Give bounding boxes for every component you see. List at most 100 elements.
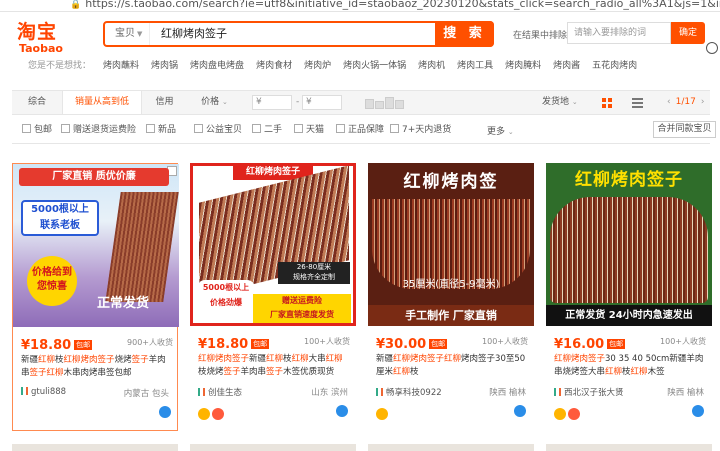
title-keyword-highlight: 红柳 xyxy=(393,367,411,377)
wangwang-icon[interactable] xyxy=(159,406,171,418)
icons-row xyxy=(198,405,350,420)
free-shipping-badge: 包邮 xyxy=(429,339,448,349)
image-banner: 厂家直销 质优价廉 xyxy=(19,168,169,186)
filter-checkbox[interactable]: 二手 xyxy=(252,124,282,136)
next-page-icon[interactable]: › xyxy=(701,97,705,107)
product-card[interactable]: 红柳烤肉签子 正常发货 24小时内急速发出 ¥16.00 包邮 100+人收货 红… xyxy=(546,163,712,431)
logo-cn-text: 淘宝 xyxy=(17,21,58,43)
filter-checkbox[interactable]: 天猫 xyxy=(294,124,324,136)
help-icon[interactable] xyxy=(706,42,718,54)
image-box: 35厘米(直径5-9毫米) xyxy=(402,279,500,290)
image-footer: 正常发货 xyxy=(97,296,150,311)
product-title[interactable]: 红柳烤肉签子新疆红柳枝红柳大串红柳枝烧烤签子羊肉串签子木签优质现货 xyxy=(198,353,350,379)
suggestion-item[interactable]: 烤肉腌料 xyxy=(505,61,541,71)
confirm-button[interactable]: 确定 xyxy=(671,22,705,44)
shop-name[interactable]: 畅享科技0922 xyxy=(376,386,442,398)
title-keyword-highlight: 红柳 xyxy=(630,367,648,377)
list-view-icon[interactable] xyxy=(632,98,643,108)
chevron-down-icon: ⌄ xyxy=(222,98,228,106)
price-range-histogram[interactable] xyxy=(365,97,405,112)
pager: ‹ 1/17 › xyxy=(662,91,709,114)
image-burst: 价格给到 您惊喜 xyxy=(27,256,77,306)
exclude-input[interactable]: 请输入要排除的词 xyxy=(567,22,671,44)
shop-icon xyxy=(198,388,205,396)
product-image[interactable]: 红柳烤肉签子 26-80厘米 规格齐全定制 5000根以上 价格劲爆 赠送运费险… xyxy=(190,163,356,326)
merge-same-button[interactable]: 合并同款宝贝 xyxy=(653,121,716,138)
title-keyword-highlight: 签子 xyxy=(131,355,149,365)
price-min-input[interactable]: ¥ xyxy=(252,95,292,110)
search-button[interactable]: 搜 索 xyxy=(435,21,494,47)
suggestion-item[interactable]: 烤肉火锅一体锅 xyxy=(343,61,406,71)
filter-label: 公益宝贝 xyxy=(206,125,243,135)
product-card[interactable]: 红柳烤肉签子 26-80厘米 规格齐全定制 5000根以上 价格劲爆 赠送运费险… xyxy=(190,163,356,431)
filter-checkbox[interactable]: 赠送退货运费险 xyxy=(61,124,136,136)
sold-count: 900+人收货 xyxy=(127,338,173,347)
title-keyword-highlight: 红柳 xyxy=(291,354,309,364)
grid-view-icon[interactable] xyxy=(602,98,612,108)
filter-checkbox[interactable]: 新品 xyxy=(146,124,176,136)
product-title[interactable]: 新疆红柳枝红柳烤肉签子烧烤签子羊肉串签子红柳木串肉烤串签包邮 xyxy=(21,354,173,380)
product-image[interactable]: 红柳烤肉签子 正常发货 24小时内急速发出 xyxy=(546,163,712,326)
sort-price-label: 价格 xyxy=(201,97,220,107)
ship-from-select[interactable]: 发货地 ⌄ xyxy=(542,91,578,114)
chevron-down-icon: ⌄ xyxy=(571,98,578,106)
shop-label: 创佳生态 xyxy=(208,388,243,398)
sort-price[interactable]: 价格 ⌄ xyxy=(192,91,237,114)
image-box: 5000根以上 联系老板 xyxy=(21,200,99,236)
title-keyword-highlight: 红柳烤肉签子红柳 xyxy=(393,354,462,364)
checkbox-icon xyxy=(390,124,399,133)
prev-page-icon[interactable]: ‹ xyxy=(667,97,671,107)
shop-name[interactable]: 创佳生态 xyxy=(198,386,242,398)
url-text[interactable]: https://s.taobao.com/search?ie=utf8&init… xyxy=(85,0,720,10)
filter-checkbox[interactable]: 公益宝贝 xyxy=(194,124,242,136)
icons-row xyxy=(554,405,706,420)
price: ¥18.80 xyxy=(21,338,72,353)
product-image[interactable]: 厂家直销 质优价廉 5000根以上 联系老板 价格给到 您惊喜 正常发货 xyxy=(13,164,179,327)
taobao-logo[interactable]: 淘宝 Taobao xyxy=(17,21,79,59)
product-image[interactable]: 红柳烤肉签 35厘米(直径5-9毫米) 手工制作 厂家直销 xyxy=(368,163,534,326)
filter-label: 二手 xyxy=(264,125,283,135)
suggestion-item[interactable]: 烤肉锅 xyxy=(151,61,178,71)
more-filters[interactable]: 更多 ⌄ xyxy=(487,124,514,137)
sort-sales[interactable]: 销量从高到低 xyxy=(62,91,142,114)
browser-url-bar[interactable]: 🔒 https://s.taobao.com/search?ie=utf8&ini… xyxy=(0,0,720,12)
checkbox-icon xyxy=(252,124,261,133)
price-max-input[interactable]: ¥ xyxy=(302,95,342,110)
suggestion-item[interactable]: 烤肉盘电烤盘 xyxy=(190,61,244,71)
header: 淘宝 Taobao 宝贝 ▼ 红柳烤肉签子 搜 索 在结果中排除 请输入要排除的词… xyxy=(0,12,720,100)
wangwang-icon[interactable] xyxy=(514,405,526,417)
product-card[interactable]: 厂家直销 质优价廉 5000根以上 联系老板 价格给到 您惊喜 正常发货 ¥18… xyxy=(12,163,179,431)
search-scope-label: 宝贝 xyxy=(115,28,135,39)
wangwang-icon[interactable] xyxy=(692,405,704,417)
filter-checkbox[interactable]: 正品保障 xyxy=(336,124,384,136)
suggestions-row: 您是不是想找： 烤肉蘸料 烤肉锅 烤肉盘电烤盘 烤肉食材 烤肉炉 烤肉火锅一体锅 烤肉机 烤肉工… xyxy=(28,58,718,72)
title-text: 大串 xyxy=(308,354,326,364)
title-text: 枝 xyxy=(410,367,419,377)
suggestion-item[interactable]: 烤肉工具 xyxy=(457,61,493,71)
wangwang-icon[interactable] xyxy=(336,405,348,417)
product-title[interactable]: 红柳烤肉签子30 35 40 50cm新疆羊肉串烧烤签大串红柳枝红柳木签 xyxy=(554,353,706,379)
suggestion-item[interactable]: 烤肉炉 xyxy=(304,61,331,71)
sort-default[interactable]: 综合 xyxy=(12,91,62,114)
suggestion-item[interactable]: 烤肉机 xyxy=(418,61,445,71)
title-keyword-highlight: 红柳烤肉签子 xyxy=(198,354,250,364)
filter-label: 7+天内退货 xyxy=(402,125,452,135)
shop-label: 畅享科技0922 xyxy=(386,388,442,398)
product-card[interactable]: 红柳烤肉签 35厘米(直径5-9毫米) 手工制作 厂家直销 ¥30.00 包邮 1… xyxy=(368,163,534,431)
sort-credit[interactable]: 信用 xyxy=(142,91,187,114)
search-input[interactable]: 红柳烤肉签子 xyxy=(161,23,227,45)
price: ¥16.00 xyxy=(554,337,605,352)
suggestion-item[interactable]: 五花肉烤肉 xyxy=(592,61,637,71)
suggestion-item[interactable]: 烤肉蘸料 xyxy=(103,61,139,71)
shop-label: gtuli888 xyxy=(31,387,67,397)
suggestion-item[interactable]: 烤肉食材 xyxy=(256,61,292,71)
filter-checkbox[interactable]: 包邮 xyxy=(22,124,52,136)
shop-name[interactable]: gtuli888 xyxy=(21,387,66,397)
free-shipping-badge: 包邮 xyxy=(251,339,270,349)
search-scope-select[interactable]: 宝贝 ▼ xyxy=(105,23,150,45)
skewers-graphic xyxy=(105,192,179,302)
shop-name[interactable]: 西北汉子张大贤 xyxy=(554,386,624,398)
filter-checkbox[interactable]: 7+天内退货 xyxy=(390,124,451,136)
suggestion-item[interactable]: 烤肉酱 xyxy=(553,61,580,71)
product-title[interactable]: 新疆红柳烤肉签子红柳烤肉签子30至50厘米红柳枝 xyxy=(376,353,528,379)
